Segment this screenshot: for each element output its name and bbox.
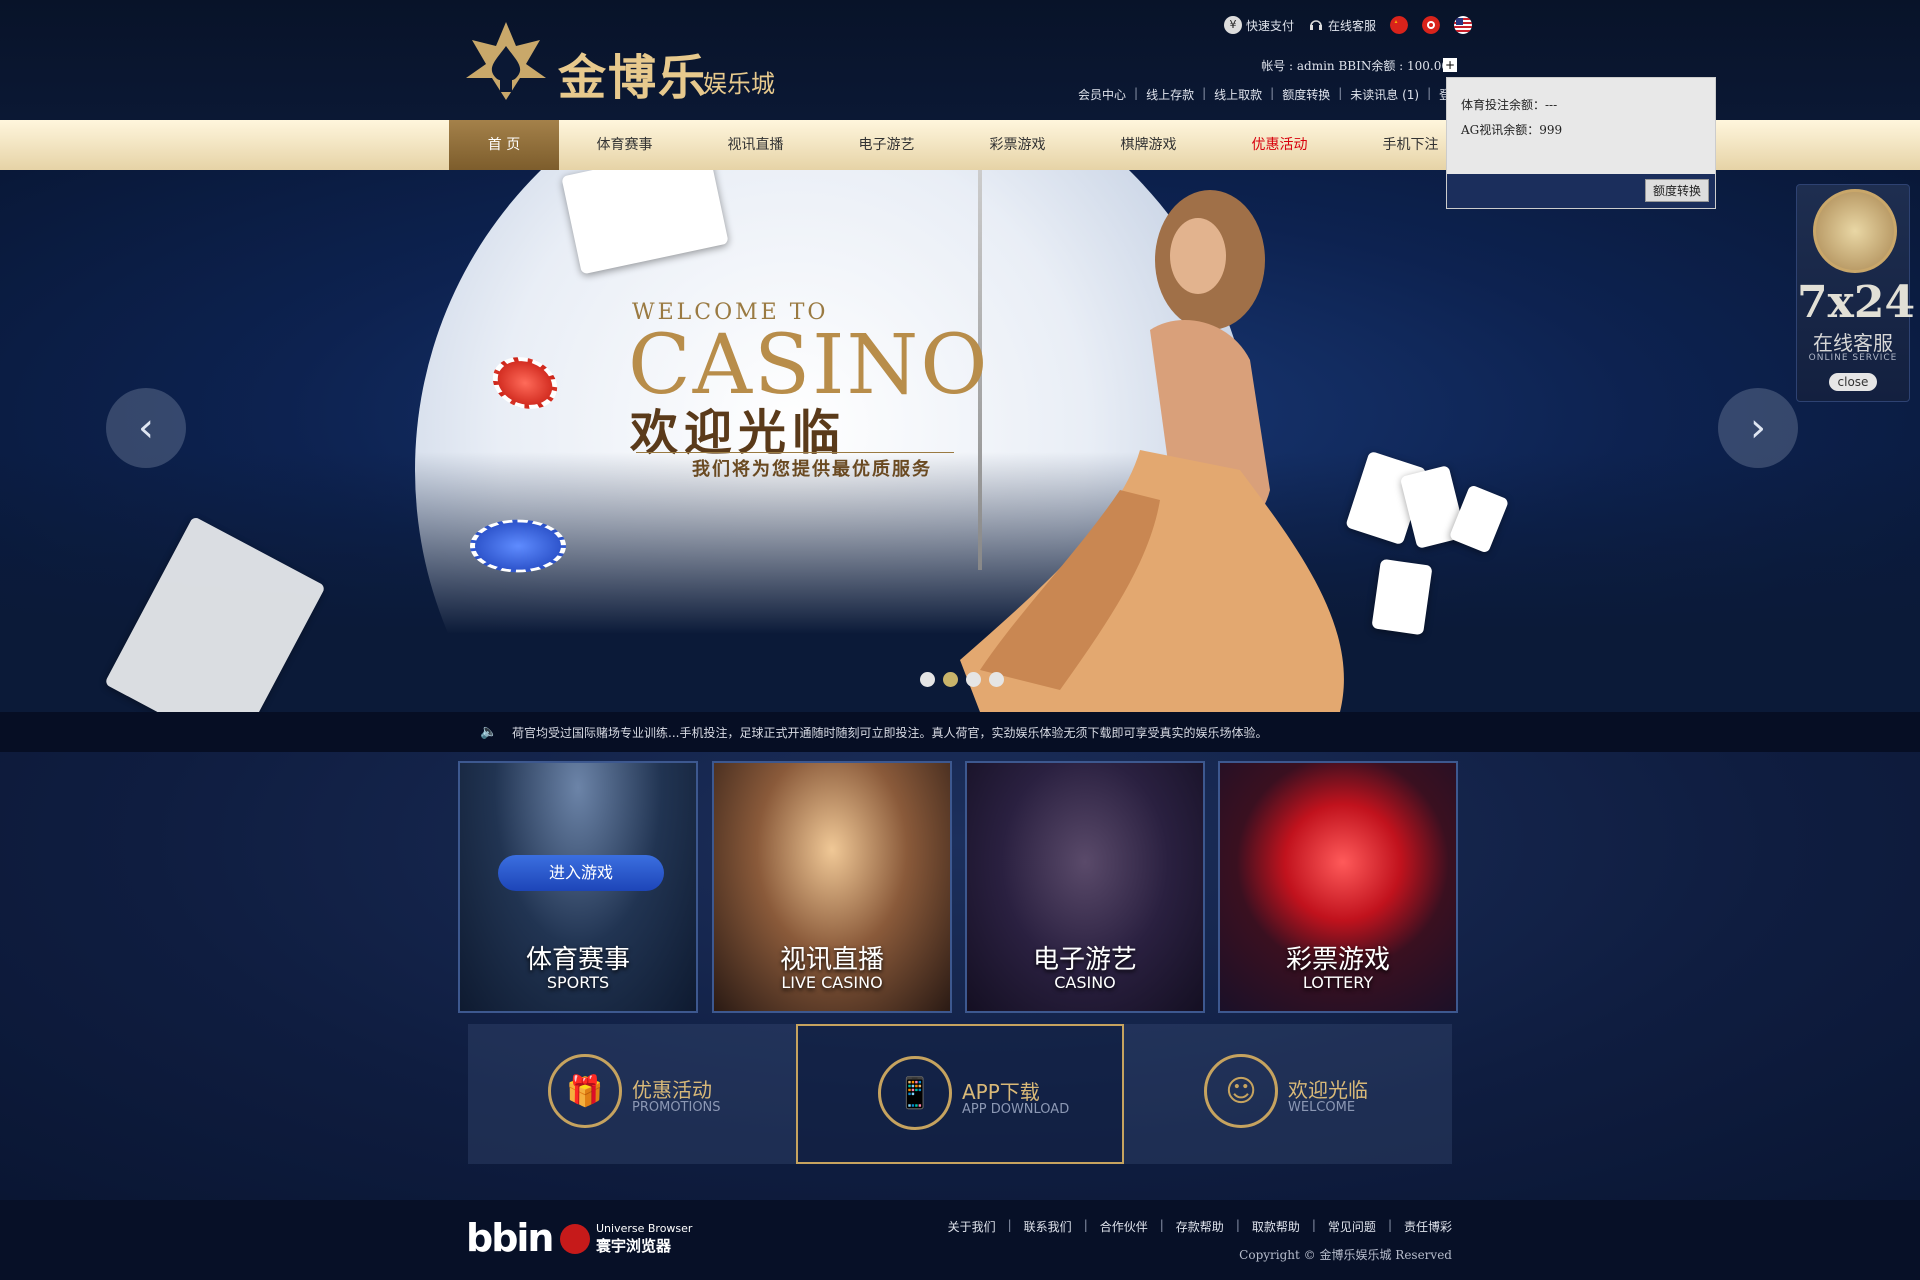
service-agent-icon: ☺: [1204, 1054, 1278, 1128]
footer-withdraw-help-link[interactable]: 取款帮助: [1252, 1218, 1300, 1235]
game-tile-slots[interactable]: 电子游艺 CASINO: [965, 761, 1205, 1013]
promo-title-cn: 优惠活动: [632, 1078, 712, 1102]
balance-dropdown: 体育投注余额：--- AG视讯余额：999 额度转换: [1446, 77, 1716, 209]
game-title-en: CASINO: [1054, 973, 1116, 992]
service-label-cn: 在线客服: [1813, 331, 1893, 355]
game-title-en: LOTTERY: [1302, 973, 1374, 992]
speaker-icon: 🔈: [480, 724, 498, 740]
game-tile-lottery[interactable]: 彩票游戏 LOTTERY: [1218, 761, 1458, 1013]
gift-icon: 🎁: [548, 1054, 622, 1128]
universe-browser-icon: [560, 1224, 590, 1254]
headset-icon: [1309, 20, 1322, 30]
online-deposit-link[interactable]: 线上存款: [1146, 86, 1194, 103]
agent-headset-icon: [1813, 189, 1897, 273]
sports-balance: 体育投注余额：---: [1461, 98, 1558, 112]
ub-name-en: Universe Browser: [596, 1222, 693, 1235]
promo-app-download[interactable]: 📱 APP下载 APP DOWNLOAD: [796, 1024, 1124, 1164]
site-logo[interactable]: 金博乐 娱乐城: [460, 14, 780, 106]
announcement-bar: 🔈 荷官均受过国际赌场专业训练...手机投注，足球正式开通随时随刻可立即投注。真…: [0, 712, 1920, 752]
promo-title-cn: 欢迎光临: [1288, 1078, 1368, 1102]
banner-next-button[interactable]: ›: [1718, 388, 1798, 468]
universe-browser-logo[interactable]: Universe Browser 寰宇浏览器: [560, 1222, 692, 1256]
hero-banner: WELCOME TO CASINO 欢迎光临 我们将为您提供最优质服务 ‹ ›: [0, 170, 1920, 712]
bbin-logo: bbin: [466, 1216, 554, 1260]
service-tagline: 我们将为您提供最优质服务: [692, 459, 932, 480]
nav-live[interactable]: 视讯直播: [690, 120, 821, 170]
nav-home[interactable]: 首 页: [449, 120, 559, 170]
footer-contact-link[interactable]: 联系我们: [1024, 1218, 1072, 1235]
nav-sports[interactable]: 体育赛事: [559, 120, 690, 170]
game-title-en: LIVE CASINO: [781, 973, 883, 992]
account-info: 帐号 : admin BBIN余额 : 100.00: [1261, 59, 1449, 73]
banner-prev-button[interactable]: ‹: [106, 388, 186, 468]
member-center-link[interactable]: 会员中心: [1078, 86, 1126, 103]
balance-expand-button[interactable]: +: [1443, 58, 1457, 72]
nav-slots[interactable]: 电子游艺: [821, 120, 952, 170]
brand-name: 金博乐: [558, 50, 709, 106]
online-service-link[interactable]: 在线客服: [1308, 17, 1376, 34]
carousel-dots: [920, 672, 1004, 687]
chevron-left-icon: ‹: [138, 405, 154, 451]
user-links: 会员中心| 线上存款| 线上取款| 额度转换| 未读讯息 (1)| 登: [1078, 86, 1451, 103]
promo-title-en: WELCOME: [1288, 1100, 1356, 1115]
promo-title-en: APP DOWNLOAD: [962, 1102, 1070, 1117]
online-withdraw-link[interactable]: 线上取款: [1214, 86, 1262, 103]
announcement-text[interactable]: 荷官均受过国际赌场专业训练...手机投注，足球正式开通随时随刻可立即投注。真人荷…: [512, 724, 1267, 741]
game-tile-sports[interactable]: 进入游戏 体育赛事 SPORTS: [458, 761, 698, 1013]
headline-divider: [636, 452, 954, 453]
flag-cn-icon[interactable]: [1390, 16, 1408, 34]
transfer-button[interactable]: 额度转换: [1644, 179, 1709, 202]
blue-chip: [470, 519, 566, 573]
ub-name-cn: 寰宇浏览器: [596, 1237, 672, 1255]
model-image: [960, 190, 1344, 712]
promo-title-cn: APP下载: [962, 1080, 1040, 1104]
carousel-dot[interactable]: [943, 672, 958, 687]
service-close-button[interactable]: close: [1829, 373, 1877, 391]
game-title-en: SPORTS: [546, 973, 610, 992]
enter-game-button[interactable]: 进入游戏: [498, 855, 664, 891]
footer-links: 关于我们 | 联系我们 | 合作伙伴 | 存款帮助 | 取款帮助 | 常见问题 | 责任博彩: [947, 1218, 1452, 1235]
online-service-widget[interactable]: 7x24 在线客服 ONLINE SERVICE close: [1796, 184, 1916, 402]
footer: bbin Universe Browser 寰宇浏览器 关于我们 | 联系我们 | …: [0, 1200, 1920, 1280]
game-tile-live[interactable]: 视讯直播 LIVE CASINO: [712, 761, 952, 1013]
game-title-cn: 彩票游戏: [1285, 945, 1390, 975]
footer-responsible-link[interactable]: 责任博彩: [1404, 1218, 1452, 1235]
carousel-dot[interactable]: [966, 672, 981, 687]
promo-promotions[interactable]: 🎁 优惠活动 PROMOTIONS: [468, 1024, 796, 1164]
flag-us-icon[interactable]: [1454, 16, 1472, 34]
promo-welcome[interactable]: ☺ 欢迎光临 WELCOME: [1124, 1024, 1452, 1164]
chevron-right-icon: ›: [1750, 405, 1766, 451]
phone-icon: 📱: [878, 1056, 952, 1130]
quick-pay-link[interactable]: ¥ 快速支付: [1223, 16, 1294, 34]
footer-faq-link[interactable]: 常见问题: [1328, 1218, 1376, 1235]
spade-crown-emblem-icon: [466, 22, 546, 100]
footer-about-link[interactable]: 关于我们: [948, 1218, 996, 1235]
nav-chess[interactable]: 棋牌游戏: [1083, 120, 1214, 170]
game-title-cn: 视讯直播: [779, 945, 884, 975]
transfer-link[interactable]: 额度转换: [1282, 86, 1330, 103]
copyright: Copyright © 金博乐娱乐城 Reserved: [1239, 1248, 1452, 1262]
footer-deposit-help-link[interactable]: 存款帮助: [1176, 1218, 1224, 1235]
service-hours: 7x24: [1797, 277, 1916, 328]
game-title-cn: 电子游艺: [1032, 945, 1137, 975]
quick-pay-label: 快速支付: [1245, 18, 1294, 33]
online-service-label: 在线客服: [1327, 18, 1376, 33]
brand-subtitle: 娱乐城: [703, 70, 775, 98]
topbar: ¥ 快速支付 在线客服: [1223, 16, 1472, 34]
carousel-dot[interactable]: [989, 672, 1004, 687]
ag-balance: AG视讯余额：999: [1461, 123, 1563, 137]
footer-partners-link[interactable]: 合作伙伴: [1100, 1218, 1148, 1235]
game-title-cn: 体育赛事: [525, 945, 630, 975]
promo-title-en: PROMOTIONS: [632, 1100, 721, 1115]
nav-promotions[interactable]: 优惠活动: [1214, 120, 1345, 170]
yen-icon: ¥: [1223, 16, 1242, 34]
nav-lottery[interactable]: 彩票游戏: [952, 120, 1083, 170]
flag-hk-icon[interactable]: [1422, 16, 1440, 34]
unread-messages-link[interactable]: 未读讯息 (1): [1350, 86, 1419, 103]
service-label-en: ONLINE SERVICE: [1808, 353, 1898, 363]
carousel-dot[interactable]: [920, 672, 935, 687]
